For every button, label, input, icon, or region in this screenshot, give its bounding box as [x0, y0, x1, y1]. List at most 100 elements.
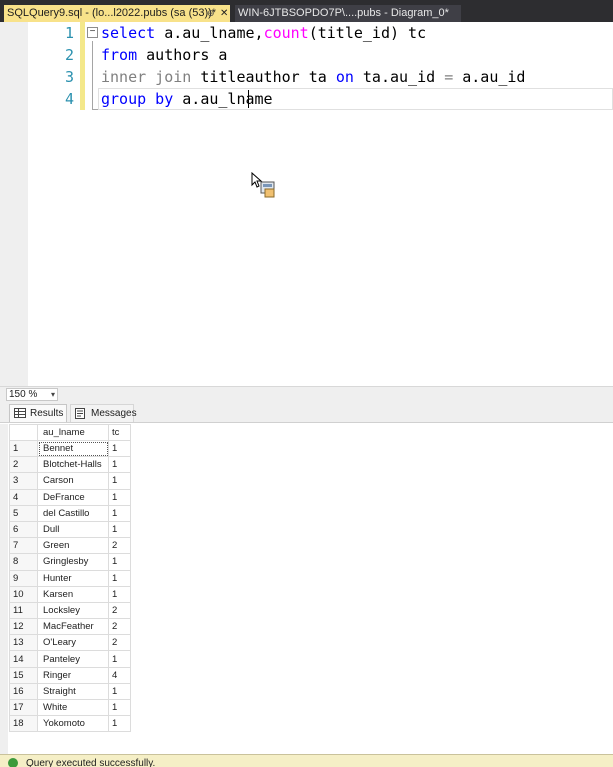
cell-au-lname[interactable]: Ringer [37, 666, 109, 684]
row-number[interactable]: 14 [9, 650, 38, 668]
cell-tc[interactable]: 1 [108, 472, 131, 490]
row-number-header[interactable] [9, 424, 38, 441]
table-row[interactable]: 11 Locksley 2 [9, 601, 131, 620]
row-number[interactable]: 7 [9, 537, 38, 555]
pin-icon[interactable]: ⊕ [207, 5, 215, 22]
cell-tc[interactable]: 4 [108, 666, 131, 684]
cell-au-lname[interactable]: Carson [37, 472, 109, 490]
cell-tc[interactable]: 1 [108, 698, 131, 717]
close-icon[interactable]: ✕ [220, 5, 228, 22]
line-number: 4 [64, 90, 74, 108]
cell-au-lname[interactable]: DeFrance [37, 488, 109, 506]
table-row[interactable]: 2 Blotchet-Halls 1 [9, 456, 131, 474]
row-number[interactable]: 6 [9, 520, 38, 539]
cell-tc[interactable]: 1 [108, 650, 131, 668]
row-number[interactable]: 2 [9, 456, 38, 474]
column-header-au-lname[interactable]: au_lname [37, 424, 109, 441]
code-line[interactable]: 2 from authors a [0, 44, 613, 66]
table-row[interactable]: 15 Ringer 4 [9, 666, 131, 684]
success-icon [8, 758, 18, 767]
status-text: Query executed successfully. [26, 758, 156, 767]
row-number[interactable]: 8 [9, 553, 38, 571]
cell-tc[interactable]: 2 [108, 537, 131, 555]
table-row[interactable]: 12 MacFeather 2 [9, 618, 131, 636]
tab-messages-label: Messages [91, 408, 137, 419]
table-row[interactable]: 14 Panteley 1 [9, 650, 131, 668]
row-number[interactable]: 11 [9, 601, 38, 620]
code-token: inner join [101, 68, 192, 86]
cell-tc[interactable]: 1 [108, 553, 131, 571]
row-number[interactable]: 9 [9, 569, 38, 587]
cell-tc[interactable]: 1 [108, 520, 131, 539]
cell-au-lname[interactable]: Locksley [37, 601, 109, 620]
tab-results-label: Results [30, 408, 64, 419]
cell-tc[interactable]: 1 [108, 504, 131, 522]
table-row[interactable]: 16 Straight 1 [9, 682, 131, 701]
table-row[interactable]: 6 Dull 1 [9, 520, 131, 539]
cell-au-lname[interactable]: Hunter [37, 569, 109, 587]
tab-diagram[interactable]: WIN-6JTBSOPDO7P\....pubs - Diagram_0* [235, 5, 461, 22]
row-number[interactable]: 1 [9, 439, 38, 458]
code-line[interactable]: 4 group by a.au_lname [0, 88, 613, 110]
cell-au-lname[interactable]: Bennet [37, 439, 109, 458]
cell-au-lname[interactable]: Straight [37, 682, 109, 701]
cell-au-lname[interactable]: Green [37, 537, 109, 555]
code-line[interactable]: 3 inner join titleauthor ta on ta.au_id =… [0, 66, 613, 88]
code-line[interactable]: 1 select a.au_lname,count(title_id) tc [0, 22, 613, 44]
row-number[interactable]: 16 [9, 682, 38, 701]
code-token: a.au_lname, [155, 24, 264, 42]
table-row[interactable]: 9 Hunter 1 [9, 569, 131, 587]
table-row[interactable]: 7 Green 2 [9, 537, 131, 555]
row-number[interactable]: 3 [9, 472, 38, 490]
cell-au-lname[interactable]: O'Leary [37, 634, 109, 652]
cell-tc[interactable]: 1 [108, 682, 131, 701]
column-header-tc[interactable]: tc [108, 424, 131, 441]
tab-messages[interactable]: Messages [70, 404, 137, 422]
query-editor[interactable]: − 1 select a.au_lname,count(title_id) tc 2… [0, 22, 613, 386]
cell-tc[interactable]: 2 [108, 634, 131, 652]
row-number[interactable]: 15 [9, 666, 38, 684]
table-row[interactable]: 1 Bennet 1 [9, 439, 131, 458]
cell-tc[interactable]: 1 [108, 715, 131, 733]
cell-au-lname[interactable]: Karsen [37, 585, 109, 603]
row-number[interactable]: 10 [9, 585, 38, 603]
cell-au-lname[interactable]: Yokomoto [37, 715, 109, 733]
table-row[interactable]: 8 Gringlesby 1 [9, 553, 131, 571]
cell-tc[interactable]: 2 [108, 618, 131, 636]
cell-au-lname[interactable]: Gringlesby [37, 553, 109, 571]
tab-title: WIN-6JTBSOPDO7P\....pubs - Diagram_0* [238, 7, 449, 19]
table-row[interactable]: 10 Karsen 1 [9, 585, 131, 603]
table-row[interactable]: 5 del Castillo 1 [9, 504, 131, 522]
table-row[interactable]: 3 Carson 1 [9, 472, 131, 490]
cell-au-lname[interactable]: White [37, 698, 109, 717]
cell-tc[interactable]: 2 [108, 601, 131, 620]
cell-au-lname[interactable]: MacFeather [37, 618, 109, 636]
row-number[interactable]: 18 [9, 715, 38, 733]
code-token: authors a [137, 46, 228, 64]
table-row[interactable]: 17 White 1 [9, 698, 131, 717]
tab-sqlquery9[interactable]: SQLQuery9.sql - (lo...l2022.pubs (sa (53… [4, 5, 230, 22]
cell-au-lname[interactable]: Dull [37, 520, 109, 539]
row-number[interactable]: 12 [9, 618, 38, 636]
row-number[interactable]: 13 [9, 634, 38, 652]
table-row[interactable]: 4 DeFrance 1 [9, 488, 131, 506]
cell-au-lname[interactable]: Panteley [37, 650, 109, 668]
cell-tc[interactable]: 1 [108, 569, 131, 587]
grid-header-row: au_lname tc [9, 424, 131, 441]
cell-tc[interactable]: 1 [108, 488, 131, 506]
cell-tc[interactable]: 1 [108, 439, 131, 458]
cell-au-lname[interactable]: Blotchet-Halls [37, 456, 109, 474]
cell-au-lname[interactable]: del Castillo [37, 504, 109, 522]
row-number[interactable]: 4 [9, 488, 38, 506]
cell-tc[interactable]: 1 [108, 585, 131, 603]
results-grid[interactable]: au_lname tc 1 Bennet 1 2 Blotchet-Halls 1 3 Car… [9, 424, 131, 733]
code-token: (title_id) tc [308, 24, 427, 42]
table-row[interactable]: 13 O'Leary 2 [9, 634, 131, 652]
zoom-select[interactable]: 150 % ▾ [6, 388, 58, 401]
cell-tc[interactable]: 1 [108, 456, 131, 474]
row-number[interactable]: 5 [9, 504, 38, 522]
row-number[interactable]: 17 [9, 698, 38, 717]
table-row[interactable]: 18 Yokomoto 1 [9, 715, 131, 733]
tab-results[interactable]: Results [9, 404, 67, 422]
chevron-down-icon[interactable]: ▾ [51, 389, 55, 400]
